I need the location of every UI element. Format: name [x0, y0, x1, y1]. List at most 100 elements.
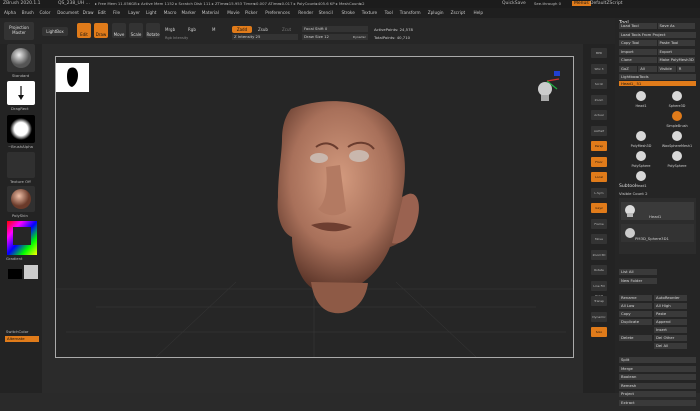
- subtool-split-button[interactable]: Split: [619, 357, 696, 363]
- edit-button[interactable]: Edit: [77, 23, 91, 38]
- subtool-merge-button[interactable]: Merge: [619, 365, 696, 372]
- menu-item-movie[interactable]: Movie: [227, 10, 239, 15]
- shelf-aahalf-button[interactable]: AAHalf: [591, 125, 607, 136]
- shelf-bpr-button[interactable]: BPR: [591, 48, 607, 58]
- projection-master-button[interactable]: Projection Master: [4, 22, 34, 40]
- subtool-more: Split Merge Boolean Remesh Project Extract: [615, 18, 700, 411]
- head-model[interactable]: [56, 57, 573, 358]
- menu-item-draw[interactable]: Draw: [83, 10, 94, 15]
- primary-color-swatch[interactable]: [8, 269, 22, 279]
- color-picker-swatch: [7, 221, 37, 255]
- zadd-button[interactable]: Zadd: [232, 26, 252, 33]
- menu-item-tool[interactable]: Tool: [385, 10, 393, 15]
- axis-gizmo-icon: [538, 71, 560, 101]
- menu-item-texture[interactable]: Texture: [362, 10, 377, 15]
- menu-item-macro[interactable]: Macro: [164, 10, 177, 15]
- shelf-scroll-button[interactable]: Scroll: [591, 79, 607, 89]
- shelf-zoom-button[interactable]: Zoom: [591, 94, 607, 105]
- texture-selector[interactable]: [7, 152, 35, 178]
- shelf-persp-button[interactable]: Persp: [591, 141, 607, 151]
- shelf-line-fill-polyf-button[interactable]: Line Fill PolyF: [591, 280, 607, 298]
- shelf-actual-button[interactable]: Actual: [591, 110, 607, 120]
- menus-toggle[interactable]: Menus: [572, 1, 591, 6]
- seethrough-slider[interactable]: See-through 0: [534, 1, 561, 6]
- menu-item-zplugin[interactable]: Zplugin: [428, 10, 444, 15]
- menu-item-file[interactable]: File: [113, 10, 120, 15]
- quicksave-button[interactable]: QuickSave: [502, 1, 526, 6]
- tool-palette: Tool Load ToolSave AsLoad Tools From Pro…: [615, 18, 700, 406]
- shelf-frame-button[interactable]: Frame: [591, 218, 607, 229]
- menu-item-edit[interactable]: Edit: [98, 10, 106, 15]
- m-button[interactable]: M: [212, 27, 215, 32]
- shelf-l-sym-button[interactable]: L.Sym: [591, 187, 607, 198]
- shelf-floor-button[interactable]: Floor: [591, 156, 607, 167]
- alpha-selector[interactable]: [7, 115, 35, 143]
- menu-item-stroke[interactable]: Stroke: [341, 10, 354, 15]
- secondary-color-swatch[interactable]: [24, 265, 38, 279]
- subtool-extract-button[interactable]: Extract: [619, 399, 696, 406]
- menu-item-picker[interactable]: Picker: [245, 10, 257, 15]
- z-intensity-slider[interactable]: Z Intensity 25: [232, 34, 298, 40]
- rotate-button[interactable]: Rotate: [146, 23, 160, 38]
- alternate-button[interactable]: Alternate: [5, 336, 39, 342]
- menu-item-render[interactable]: Render: [298, 10, 313, 15]
- shelf-zoom3d-button[interactable]: Zoom3D: [591, 249, 607, 260]
- z-intensity-label: Z Intensity 25: [234, 34, 261, 39]
- alpha-label: ~BrushAlpha: [8, 144, 33, 149]
- menu-item-marker[interactable]: Marker: [182, 10, 196, 15]
- subtool-boolean-button[interactable]: Boolean: [619, 374, 696, 380]
- mrgb-button[interactable]: Mrgb: [165, 27, 175, 32]
- menu-item-alpha[interactable]: Alpha: [4, 10, 16, 15]
- zsub-button[interactable]: Zsub: [258, 27, 268, 32]
- menu-bar: Alpha Brush Color Document Draw Edit File Layer…: [0, 8, 700, 18]
- document-canvas[interactable]: [55, 56, 574, 358]
- menu-item-zscript[interactable]: Zscript: [451, 10, 466, 15]
- menu-item-preferences[interactable]: Preferences: [265, 10, 290, 15]
- zscript-label[interactable]: DefaultZScript: [590, 1, 623, 6]
- shelf-spix-3-button[interactable]: SPix 3: [591, 63, 607, 74]
- shelf-solo-button[interactable]: Solo: [591, 327, 607, 337]
- menu-item-transform[interactable]: Transform: [400, 10, 421, 15]
- menu-item-stencil[interactable]: Stencil: [319, 10, 333, 15]
- brush-sphere-icon: [11, 48, 31, 68]
- menu-item-color[interactable]: Color: [40, 10, 51, 15]
- brush-label: Standard: [12, 73, 30, 78]
- subtool-remesh-button[interactable]: Remesh: [619, 382, 696, 389]
- lightbox-button[interactable]: LightBox: [42, 27, 68, 36]
- shelf-move-button[interactable]: Move: [591, 234, 607, 244]
- color-picker[interactable]: [7, 221, 37, 255]
- stats-readout: ▸ Free Mem 11.056GB ▸ Active Mem 1152 ▸ …: [95, 1, 365, 6]
- rgb-button[interactable]: Rgb: [188, 27, 196, 32]
- menu-item-document[interactable]: Document: [57, 10, 79, 15]
- shelf-rotate-button[interactable]: Rotate: [591, 265, 607, 275]
- menu-item-light[interactable]: Light: [146, 10, 156, 15]
- navigation-head[interactable]: [533, 69, 561, 103]
- switchcolor-button[interactable]: SwitchColor: [6, 329, 28, 334]
- total-points: TotalPoints: 40,710: [374, 35, 411, 40]
- menu-item-help[interactable]: Help: [473, 10, 483, 15]
- menu-item-material[interactable]: Material: [202, 10, 219, 15]
- head-silhouette-icon: [67, 67, 78, 87]
- shelf-transp-button[interactable]: Transp: [591, 296, 607, 306]
- dynamic-toggle[interactable]: Dynamic: [353, 34, 366, 40]
- menu-item-brush[interactable]: Brush: [22, 10, 34, 15]
- focal-shift-slider[interactable]: Focal Shift 0: [302, 26, 368, 32]
- right-shelf: BPR SPix 3 Scroll Zoom Actual AAHalf Persp Floo…: [583, 44, 615, 393]
- shelf-gxyz-button[interactable]: Gxyz: [591, 203, 607, 213]
- zcut-button[interactable]: Zcut: [282, 27, 291, 32]
- subtool-project-button[interactable]: Project: [619, 391, 696, 397]
- brush-selector[interactable]: [7, 44, 35, 72]
- material-selector[interactable]: [7, 186, 35, 212]
- draw-button[interactable]: Draw: [94, 23, 108, 38]
- menu-item-layer[interactable]: Layer: [128, 10, 140, 15]
- draw-size-slider[interactable]: Draw Size 12 Dynamic: [302, 34, 368, 40]
- rgb-intensity-slider[interactable]: Rgb Intensity: [165, 36, 188, 40]
- stroke-selector[interactable]: [7, 81, 35, 105]
- stroke-label: DragRect: [11, 106, 29, 111]
- move-button[interactable]: Move: [112, 23, 126, 38]
- scale-button[interactable]: Scale: [129, 23, 143, 38]
- alpha-icon: [10, 118, 32, 140]
- left-shelf: Standard DragRect ~BrushAlpha Texture Of…: [0, 44, 42, 393]
- shelf-local-button[interactable]: Local: [591, 172, 607, 182]
- shelf-dynamic-button[interactable]: Dynamic: [591, 311, 607, 322]
